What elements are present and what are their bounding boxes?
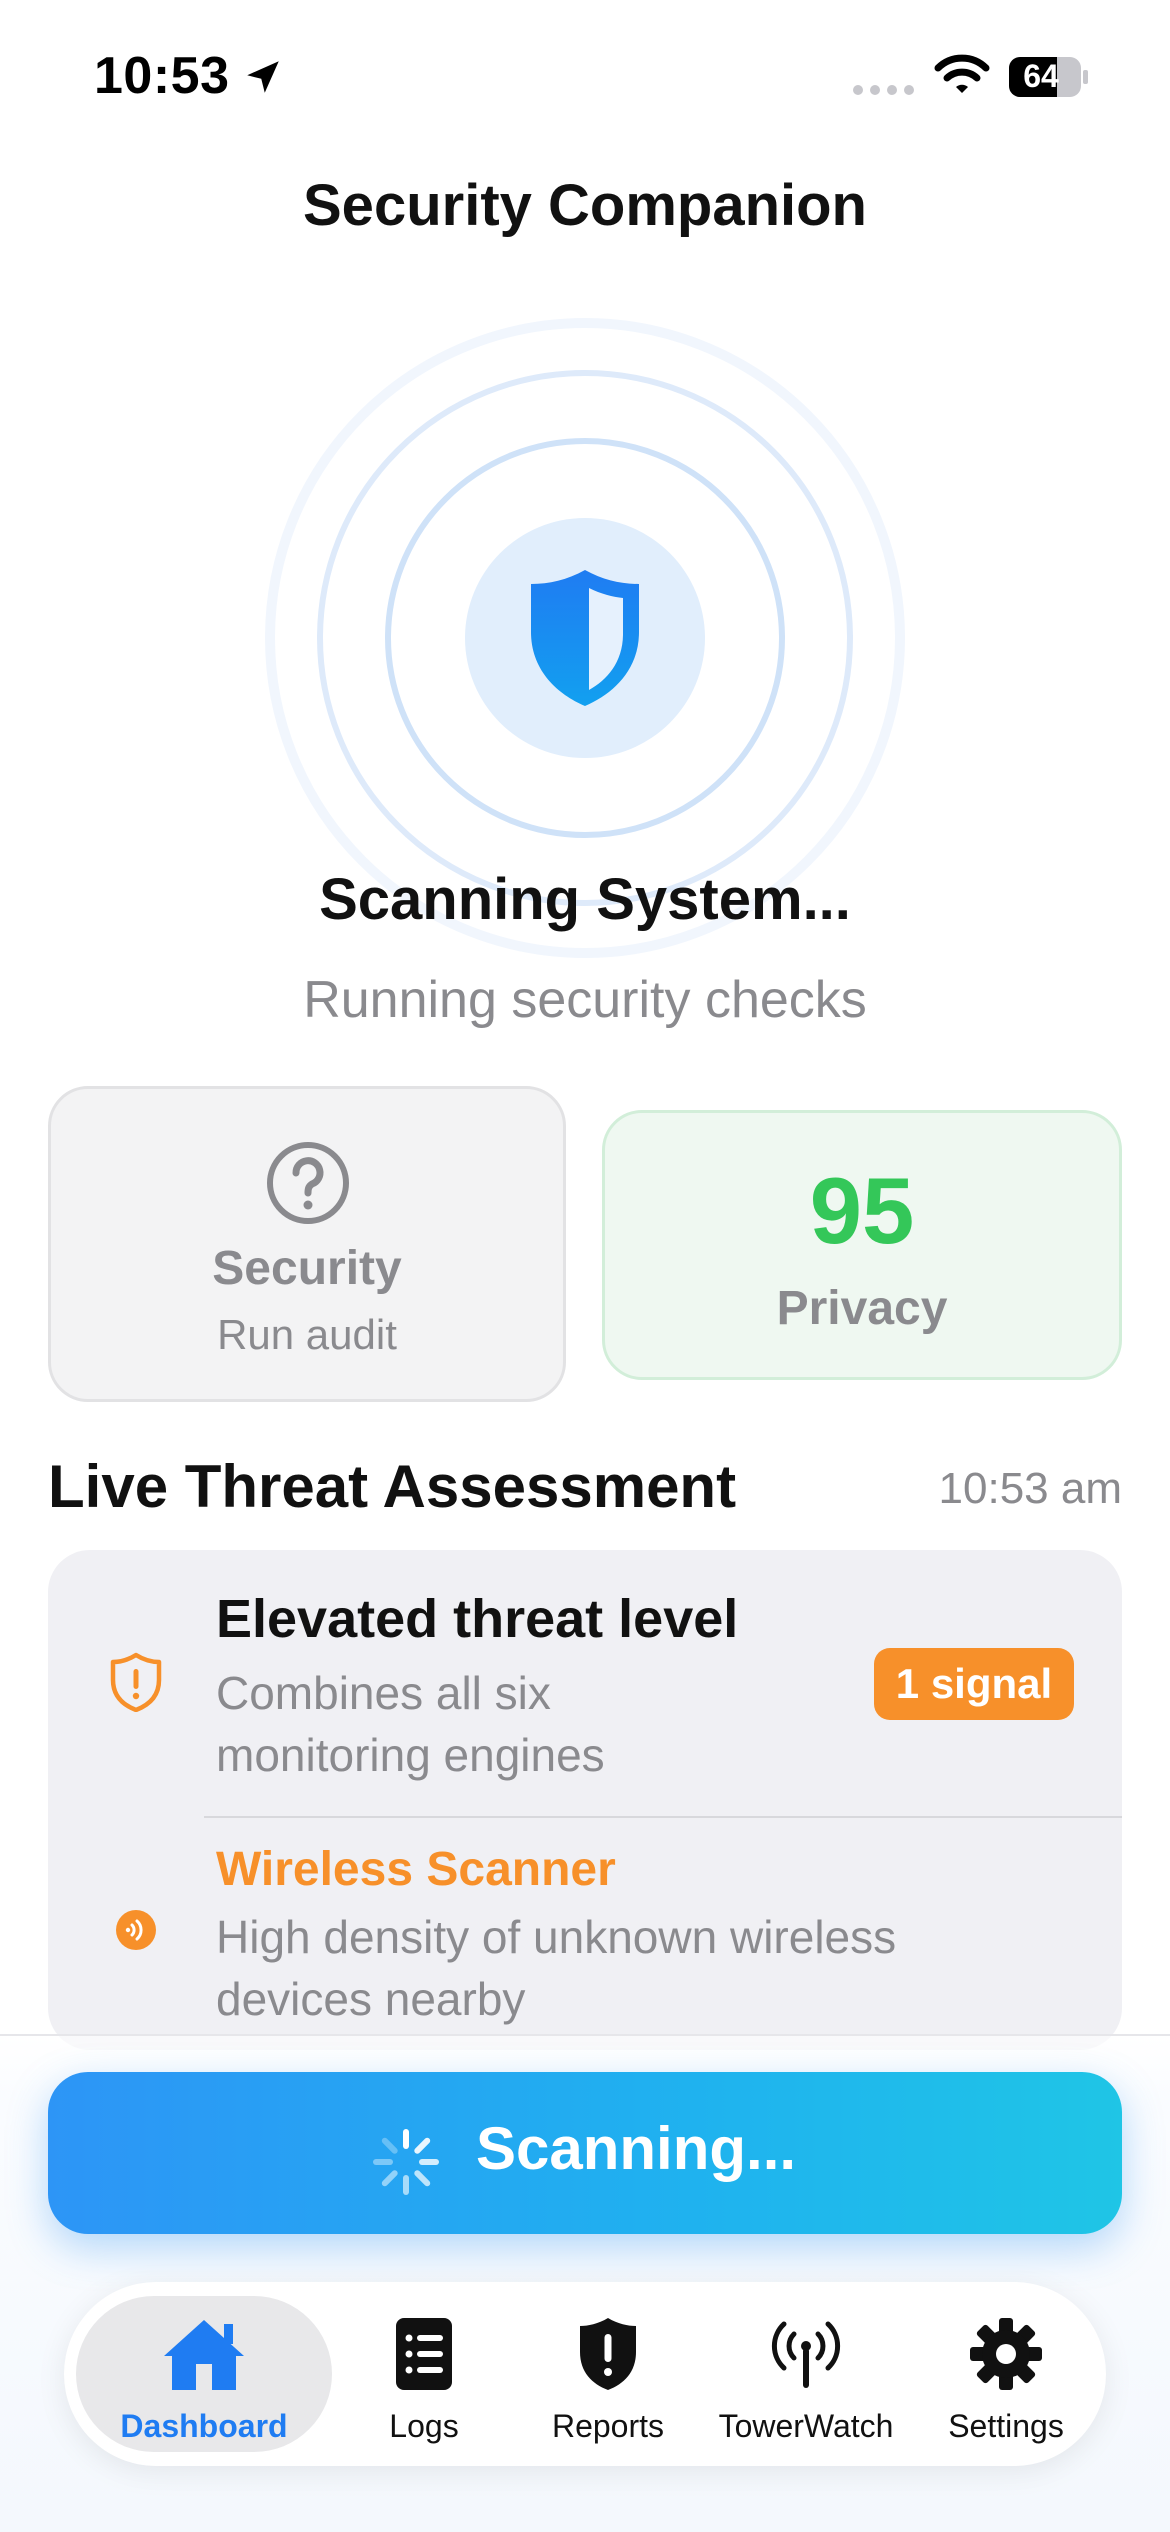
privacy-card-label: Privacy: [776, 1282, 948, 1335]
tab-label: Settings: [948, 2408, 1064, 2444]
threat-level-description: Combines all six monitoring engines: [216, 1667, 605, 1781]
security-card-label: Security: [212, 1242, 402, 1295]
scan-status-title: Scanning System...: [319, 867, 851, 932]
scanner-graphic: [265, 318, 905, 958]
privacy-score: 95: [809, 1158, 915, 1263]
threat-section-title: Live Threat Assessment: [48, 1453, 737, 1520]
page-title: Security Companion: [303, 173, 867, 238]
tab-label: Reports: [551, 2408, 665, 2444]
tab-settings[interactable]: Settings: [906, 2282, 1106, 2466]
threat-section-time: 10:53 am: [938, 1464, 1122, 1513]
signal-count-badge: 1 signal: [874, 1648, 1074, 1720]
house-icon: [164, 2320, 244, 2390]
shield-alert-icon: [580, 2318, 636, 2390]
signal-description: High density of unknown wireless devices…: [216, 1911, 897, 2025]
threat-level-title: Elevated threat level: [216, 1589, 739, 1649]
wireless-icon: [116, 1910, 156, 1950]
scan-button[interactable]: Scanning...: [48, 2072, 1122, 2234]
battery-level: 64: [1023, 58, 1059, 94]
shield-exclamation-icon: [110, 1652, 162, 1712]
scan-status-subtitle: Running security checks: [303, 971, 867, 1029]
tab-towerwatch[interactable]: TowerWatch: [706, 2282, 906, 2466]
tab-label: TowerWatch: [718, 2408, 894, 2444]
tab-reports[interactable]: Reports: [510, 2282, 706, 2466]
question-circle-icon: [267, 1142, 349, 1224]
spinner-icon: [373, 2129, 439, 2195]
threat-panel: Elevated threat level Combines all six m…: [48, 1550, 1122, 2050]
status-time: 10:53: [94, 47, 230, 105]
location-arrow-icon: [247, 61, 279, 93]
tab-bar: Dashboard Logs Reports TowerWatch Settin…: [64, 2282, 1106, 2466]
scan-button-label: Scanning...: [476, 2115, 797, 2182]
tab-label: Dashboard: [120, 2408, 288, 2444]
tab-label: Logs: [389, 2408, 459, 2444]
list-icon: [396, 2318, 452, 2390]
antenna-icon: [771, 2321, 841, 2388]
gear-icon: [970, 2318, 1042, 2390]
shield-icon: [531, 570, 639, 706]
cellular-signal-icon: [853, 85, 914, 95]
tab-dashboard[interactable]: Dashboard: [64, 2282, 344, 2466]
privacy-card[interactable]: 95 Privacy: [602, 1110, 1122, 1380]
tab-logs[interactable]: Logs: [334, 2282, 514, 2466]
signal-title: Wireless Scanner: [216, 1843, 616, 1896]
security-card-subtitle: Run audit: [217, 1311, 397, 1358]
wifi-icon: [934, 54, 990, 93]
security-card[interactable]: Security Run audit: [48, 1086, 566, 1402]
status-bar: 10:53 64: [0, 0, 1170, 150]
divider: [204, 1816, 1122, 1818]
